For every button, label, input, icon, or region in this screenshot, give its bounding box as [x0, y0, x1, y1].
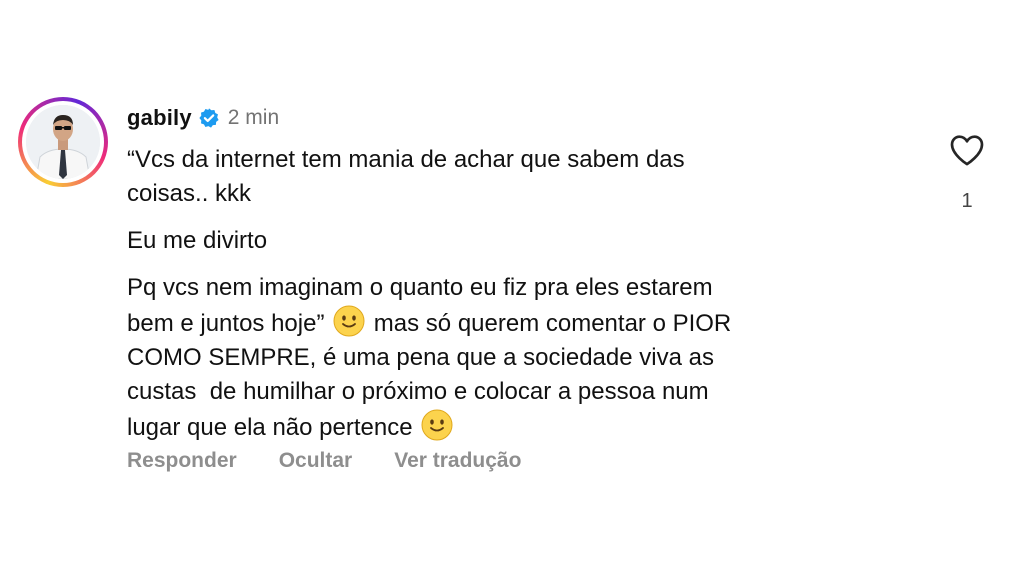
comment-body: “Vcs da internet tem mania de achar que …	[127, 143, 907, 458]
timestamp: 2 min	[227, 106, 280, 129]
see-translation-button[interactable]: Ver tradução	[394, 449, 521, 473]
verified-badge-icon	[199, 108, 219, 128]
slightly-smiling-face-emoji-icon	[421, 409, 453, 441]
avatar-photo	[26, 105, 100, 179]
slightly-smiling-face-emoji-icon	[333, 305, 365, 337]
like-count: 1	[961, 190, 973, 212]
comment-header: gabily 2 min	[127, 104, 279, 132]
reply-button[interactable]: Responder	[127, 449, 237, 473]
avatar[interactable]	[26, 105, 100, 179]
comment: gabily 2 min “Vcs da internet tem mania …	[0, 0, 1024, 576]
comment-paragraph-1: “Vcs da internet tem mania de achar que …	[127, 146, 685, 207]
heart-outline-icon[interactable]	[947, 130, 987, 170]
comment-paragraph-3: Pq vcs nem imaginam o quanto eu fiz pra …	[127, 271, 907, 445]
username[interactable]: gabily	[127, 105, 192, 131]
hide-button[interactable]: Ocultar	[279, 449, 353, 473]
like-column: 1	[945, 130, 989, 213]
avatar-story-ring[interactable]	[18, 97, 108, 187]
comment-paragraph-2: Eu me divirto	[127, 227, 268, 254]
comment-actions: Responder Ocultar Ver tradução	[127, 449, 563, 473]
